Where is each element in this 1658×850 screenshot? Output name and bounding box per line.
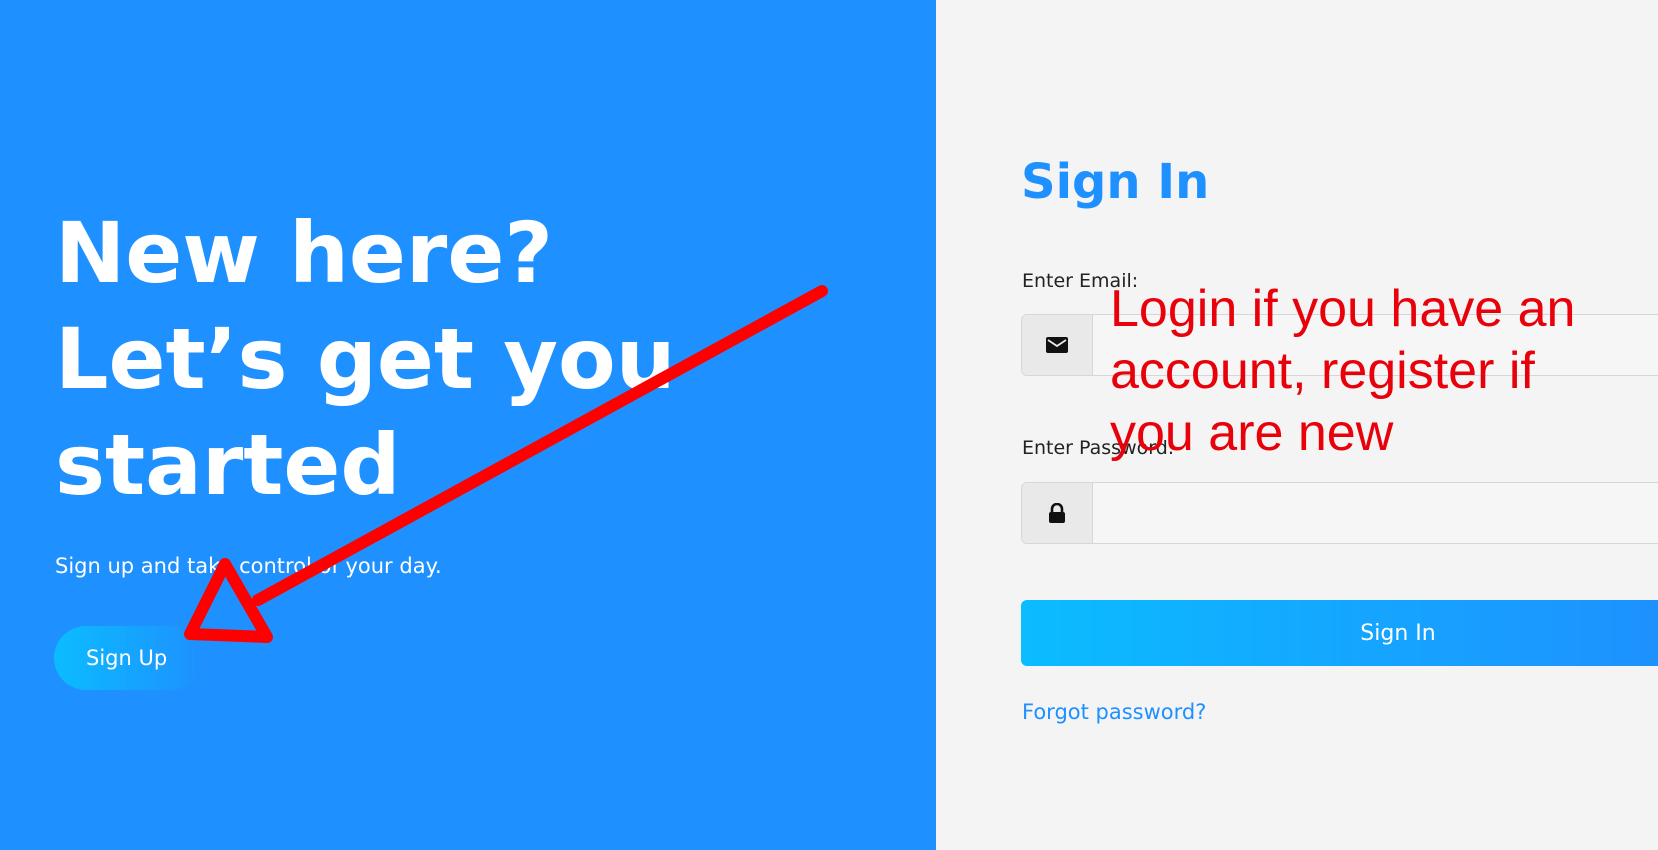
annotation-line-3: you are new <box>1110 404 1394 462</box>
email-addon <box>1022 315 1093 375</box>
annotation-note: Login if you have an account, register i… <box>1110 278 1650 464</box>
signin-title: Sign In <box>1021 154 1210 210</box>
annotation-line-2: account, register if <box>1110 342 1535 400</box>
headline-line-3: started <box>55 416 401 514</box>
welcome-subtext: Sign up and take control of your day. <box>55 554 442 578</box>
headline-line-1: New here? <box>55 204 554 302</box>
headline-line-2: Let’s get you <box>55 310 676 408</box>
lock-icon <box>1049 503 1065 523</box>
annotation-line-1: Login if you have an <box>1110 280 1576 338</box>
login-page: New here? Let’s get you started Sign up … <box>0 0 1658 850</box>
password-addon <box>1022 483 1093 543</box>
envelope-icon <box>1046 337 1068 353</box>
signup-button[interactable]: Sign Up <box>54 626 204 690</box>
password-input-group <box>1021 482 1658 544</box>
welcome-headline: New here? Let’s get you started <box>55 200 855 518</box>
signin-button[interactable]: Sign In <box>1021 600 1658 666</box>
welcome-panel: New here? Let’s get you started Sign up … <box>0 0 936 850</box>
password-field[interactable] <box>1093 483 1658 543</box>
forgot-password-link[interactable]: Forgot password? <box>1022 700 1206 724</box>
